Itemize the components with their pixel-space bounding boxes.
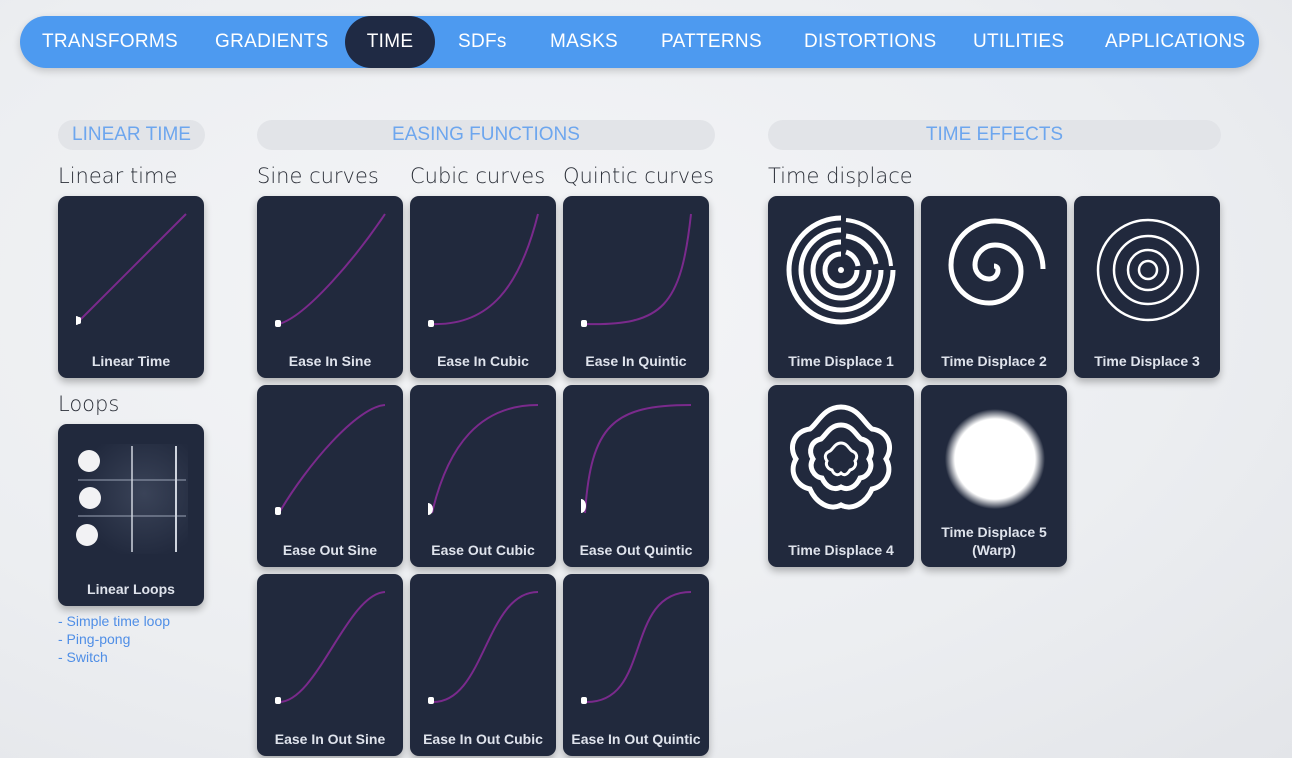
tab-gradients[interactable]: GRADIENTS (215, 16, 329, 68)
tab-masks[interactable]: MASKS (550, 16, 618, 68)
card-ease-in-out-sine[interactable]: Ease In Out Sine (257, 574, 403, 756)
card-ease-in-out-quintic[interactable]: Ease In Out Quintic (563, 574, 709, 756)
card-label: Time Displace 5 (Warp) (941, 524, 1047, 558)
card-time-displace-5[interactable]: Time Displace 5 (Warp) (921, 385, 1067, 567)
subhead-sine-curves: Sine curves (257, 164, 379, 188)
ease-out-quintic-curve (581, 404, 692, 514)
card-ease-out-quintic[interactable]: Ease Out Quintic (563, 385, 709, 567)
card-ease-out-sine[interactable]: Ease Out Sine (257, 385, 403, 567)
ease-in-sine-curve (275, 213, 386, 327)
card-ease-in-cubic[interactable]: Ease In Cubic (410, 196, 556, 378)
ease-out-sine-curve (275, 404, 386, 515)
link-simple-time-loop[interactable]: - Simple time loop (58, 612, 170, 630)
subhead-cubic-curves: Cubic curves (410, 164, 546, 188)
tab-time[interactable]: TIME (345, 16, 435, 68)
category-nav-bar: TRANSFORMS GRADIENTS TIME SDFs MASKS PAT… (20, 16, 1259, 68)
link-ping-pong[interactable]: - Ping-pong (58, 630, 170, 648)
card-label: Ease In Cubic (437, 353, 529, 369)
subhead-linear-time: Linear time (58, 164, 178, 188)
spiral-graphic (948, 218, 1046, 306)
ease-in-quintic-curve (581, 213, 692, 327)
ease-in-out-quintic-curve (581, 591, 692, 704)
card-label: Ease In Quintic (585, 353, 687, 369)
card-ease-in-sine[interactable]: Ease In Sine (257, 196, 403, 378)
card-label: Linear Loops (87, 581, 175, 597)
tab-utilities[interactable]: UTILITIES (973, 16, 1064, 68)
subhead-time-displace: Time displace (768, 164, 913, 188)
subhead-loops: Loops (58, 392, 120, 416)
tab-distortions[interactable]: DISTORTIONS (804, 16, 936, 68)
linear-curve-graphic (76, 213, 187, 325)
link-switch[interactable]: - Switch (58, 648, 170, 666)
tab-sdfs[interactable]: SDFs (458, 16, 507, 68)
card-ease-in-quintic[interactable]: Ease In Quintic (563, 196, 709, 378)
section-easing-functions: EASING FUNCTIONS (257, 120, 715, 150)
card-label: Ease In Out Quintic (571, 731, 701, 747)
card-linear-loops[interactable]: Linear Loops (58, 424, 204, 606)
card-label: Ease In Out Sine (274, 731, 386, 747)
card-label: Time Displace 3 (1094, 353, 1200, 369)
card-label: Ease Out Cubic (431, 542, 535, 558)
ease-in-out-sine-curve (275, 591, 386, 704)
concentric-rings-graphic (1096, 218, 1200, 322)
card-ease-in-out-cubic[interactable]: Ease In Out Cubic (410, 574, 556, 756)
flower-rings-graphic (790, 404, 892, 510)
card-time-displace-2[interactable]: Time Displace 2 (921, 196, 1067, 378)
broken-rings-graphic (786, 215, 896, 325)
card-label: Ease Out Quintic (579, 542, 693, 558)
card-label: Ease In Sine (288, 353, 372, 369)
card-label: Time Displace 2 (941, 353, 1047, 369)
card-label: Ease In Out Cubic (423, 731, 543, 747)
card-linear-time[interactable]: Linear Time (58, 196, 204, 378)
ease-in-out-cubic-curve (428, 591, 539, 704)
card-label: Time Displace 1 (788, 353, 894, 369)
section-linear-time: LINEAR TIME (58, 120, 205, 150)
tab-applications[interactable]: APPLICATIONS (1105, 16, 1246, 68)
card-time-displace-3[interactable]: Time Displace 3 (1074, 196, 1220, 378)
warp-blob-graphic (944, 409, 1045, 510)
card-ease-out-cubic[interactable]: Ease Out Cubic (410, 385, 556, 567)
card-label: Time Displace 4 (788, 542, 894, 558)
section-time-effects: TIME EFFECTS (768, 120, 1221, 150)
card-time-displace-1[interactable]: Time Displace 1 (768, 196, 914, 378)
ease-in-cubic-curve (428, 213, 539, 327)
card-time-displace-4[interactable]: Time Displace 4 (768, 385, 914, 567)
card-label: Ease Out Sine (282, 542, 378, 558)
ease-out-cubic-curve (428, 404, 539, 515)
tab-transforms[interactable]: TRANSFORMS (42, 16, 178, 68)
loops-graphic (76, 444, 188, 554)
tab-patterns[interactable]: PATTERNS (661, 16, 762, 68)
subhead-quintic-curves: Quintic curves (563, 164, 715, 188)
loop-links-list: - Simple time loop - Ping-pong - Switch (58, 612, 170, 666)
card-label: Linear Time (91, 353, 171, 369)
